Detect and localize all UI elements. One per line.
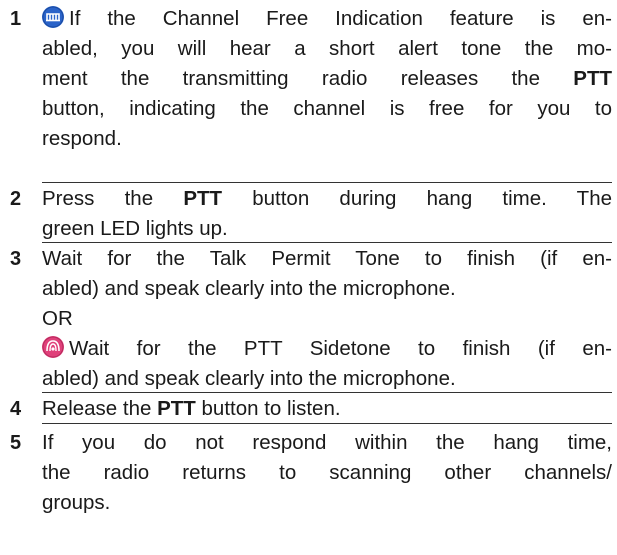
step-divider bbox=[42, 242, 612, 243]
digital-mode-icon bbox=[42, 6, 64, 28]
step-text: If the Channel Free Indication feature i… bbox=[42, 4, 612, 154]
line-text: abled) and speak clearly into the microp… bbox=[42, 277, 456, 300]
line-text: abled, you will hear a short alert tone … bbox=[42, 37, 612, 60]
line-text: the radio returns to scanning other chan… bbox=[42, 461, 612, 484]
step-number: 5 bbox=[10, 432, 22, 454]
line-text: Wait for the PTT Sidetone to finish (if … bbox=[69, 337, 612, 360]
line-text: abled) and speak clearly into the microp… bbox=[42, 367, 456, 390]
line-text: green LED lights up. bbox=[42, 217, 228, 240]
ptt-label: PTT bbox=[573, 67, 612, 90]
line-text: ment the transmitting radio releases the bbox=[42, 67, 574, 90]
line-text: button, indicating the channel is free f… bbox=[42, 97, 612, 120]
line-text: If the Channel Free Indication feature i… bbox=[69, 7, 612, 30]
line-text: Press the bbox=[42, 187, 184, 210]
step-text: If you do not respond within the hang ti… bbox=[42, 428, 612, 518]
procedure-steps: 1 If the Channel Free Indication feature… bbox=[0, 0, 617, 555]
line-text: button to listen. bbox=[195, 397, 341, 420]
line-text: button during hang time. The bbox=[222, 187, 612, 210]
or-text: OR bbox=[42, 307, 73, 330]
step-divider bbox=[42, 182, 612, 183]
ptt-label: PTT bbox=[157, 397, 196, 420]
step-text: Press the PTT button during hang time. T… bbox=[42, 184, 612, 244]
step-number: 2 bbox=[10, 188, 22, 210]
step-number: 4 bbox=[10, 398, 22, 420]
line-text: respond. bbox=[42, 127, 122, 150]
step-divider bbox=[42, 392, 612, 393]
ptt-label: PTT bbox=[183, 187, 223, 210]
step-text: Wait for the Talk Permit Tone to finish … bbox=[42, 244, 612, 394]
step-number: 3 bbox=[10, 248, 22, 270]
step-text: Release the PTT button to listen. bbox=[42, 394, 612, 424]
analog-mode-icon bbox=[42, 336, 64, 358]
line-text: Release the bbox=[42, 397, 158, 420]
line-text: Wait for the Talk Permit Tone to finish … bbox=[42, 247, 612, 270]
step-divider bbox=[42, 423, 612, 424]
step-number: 1 bbox=[10, 8, 22, 30]
line-text: If you do not respond within the hang ti… bbox=[42, 431, 612, 454]
line-text: groups. bbox=[42, 491, 111, 514]
